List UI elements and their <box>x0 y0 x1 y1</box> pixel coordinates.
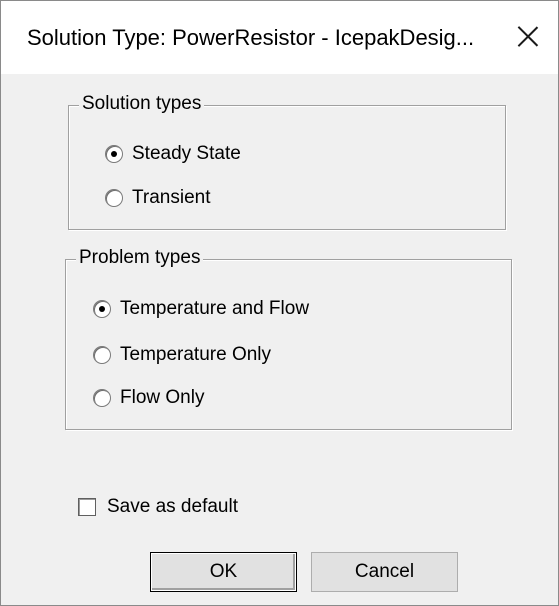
ok-button-label: OK <box>209 561 238 582</box>
title-bar: Solution Type: PowerResistor - IcepakDes… <box>1 1 558 74</box>
solution-types-legend: Solution types <box>79 93 205 115</box>
radio-temperature-only[interactable]: Temperature Only <box>93 342 271 368</box>
problem-types-group: Problem types Temperature and Flow Tempe… <box>65 247 512 430</box>
radio-label: Temperature and Flow <box>120 298 310 319</box>
radio-label: Temperature Only <box>120 344 272 365</box>
radio-label: Steady State <box>132 143 241 164</box>
problem-types-legend: Problem types <box>76 247 204 269</box>
radio-label: Transient <box>132 187 211 208</box>
checkbox-icon[interactable] <box>78 498 96 516</box>
radio-flow-only[interactable]: Flow Only <box>93 385 204 411</box>
cancel-button-label: Cancel <box>354 561 415 582</box>
radio-button-icon[interactable] <box>105 145 123 163</box>
dialog-title: Solution Type: PowerResistor - IcepakDes… <box>27 25 475 50</box>
radio-button-icon[interactable] <box>93 300 111 318</box>
ok-button[interactable]: OK <box>150 552 297 592</box>
radio-steady-state[interactable]: Steady State <box>105 141 241 167</box>
radio-label: Flow Only <box>120 387 205 408</box>
solution-type-dialog: Solution Type: PowerResistor - IcepakDes… <box>0 0 559 606</box>
radio-button-icon[interactable] <box>105 189 123 207</box>
radio-button-icon[interactable] <box>93 346 111 364</box>
cancel-button[interactable]: Cancel <box>311 552 458 592</box>
solution-types-group: Solution types Steady State Transient <box>68 93 506 230</box>
radio-temperature-and-flow[interactable]: Temperature and Flow <box>93 296 309 322</box>
save-as-default-label: Save as default <box>107 496 238 517</box>
save-as-default-checkbox[interactable]: Save as default <box>78 494 238 520</box>
close-icon[interactable] <box>509 19 547 55</box>
radio-transient[interactable]: Transient <box>105 185 211 211</box>
radio-button-icon[interactable] <box>93 389 111 407</box>
